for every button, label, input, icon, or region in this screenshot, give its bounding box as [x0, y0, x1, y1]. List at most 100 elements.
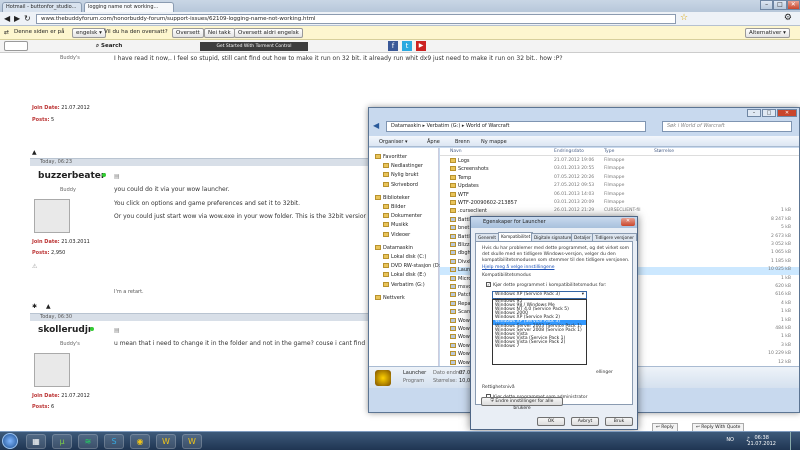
- username-link[interactable]: buzzerbeater: [38, 171, 105, 181]
- ok-button[interactable]: OK: [537, 417, 565, 426]
- facebook-icon[interactable]: f: [388, 41, 398, 51]
- search-button[interactable]: ⌕ Search: [96, 43, 122, 50]
- nav-item[interactable]: Dokumenter: [383, 213, 422, 219]
- tab-compatibility[interactable]: Kompatibilitet: [498, 232, 534, 241]
- tab-forum[interactable]: logging name not working...: [84, 2, 174, 12]
- organize-button[interactable]: Organiser ▾: [379, 139, 408, 145]
- nav-item[interactable]: Nylig brukt: [383, 172, 419, 178]
- close-icon[interactable]: ✕: [621, 218, 635, 226]
- reputation-icon[interactable]: ⚠: [32, 263, 37, 270]
- os-select[interactable]: Windows XP (Service Pack 3) ▾: [492, 291, 587, 299]
- explorer-address-bar[interactable]: Datamaskin ▸ Verbatim (G:) ▸ World of Wa…: [386, 121, 646, 132]
- nav-item[interactable]: Nettverk: [375, 294, 405, 301]
- nav-item[interactable]: Skrivebord: [383, 181, 418, 188]
- skype-taskbar-icon[interactable]: S: [104, 434, 124, 449]
- back-icon[interactable]: ◀: [4, 14, 10, 23]
- wow-taskbar-icon[interactable]: W: [156, 434, 176, 449]
- file-row[interactable]: Logs 21.07.2012 19:06 Filmappe: [440, 158, 799, 166]
- forward-icon[interactable]: ▶: [14, 14, 20, 23]
- apply-button[interactable]: Bruk: [605, 417, 633, 426]
- file-name-label: Wow: [458, 351, 470, 358]
- tab-digital-signatures[interactable]: Digitale signaturer: [531, 233, 576, 241]
- nav-item[interactable]: Lokal disk (E:): [383, 272, 426, 278]
- up-arrow-icon[interactable]: ▲: [46, 303, 51, 310]
- show-desktop-button[interactable]: [790, 432, 800, 450]
- os-option[interactable]: Windows 7: [493, 344, 586, 349]
- utorrent-taskbar-icon[interactable]: µ: [52, 434, 72, 449]
- close-icon[interactable]: ✕: [786, 0, 800, 10]
- nav-item[interactable]: Lokal disk (C:): [383, 254, 426, 260]
- nav-item[interactable]: Bilder: [383, 204, 406, 210]
- file-row[interactable]: Updates 27.05.2012 09:53 Filmappe: [440, 183, 799, 191]
- spotify-taskbar-icon[interactable]: ≋: [78, 434, 98, 449]
- new-folder-button[interactable]: Ny mappe: [481, 139, 507, 145]
- translate-options-button[interactable]: Alternativer ▾: [745, 28, 790, 38]
- tab-previous-versions[interactable]: Tidligere versjoner: [592, 233, 637, 241]
- chrome-taskbar-icon[interactable]: ◉: [130, 434, 150, 449]
- path-segment[interactable]: Datamaskin: [391, 123, 421, 129]
- no-thanks-button[interactable]: Nei takk: [204, 28, 235, 38]
- start-button[interactable]: [2, 433, 18, 449]
- compat-checkbox[interactable]: ✓: [486, 282, 491, 287]
- clock[interactable]: 06:38 21.07.2012: [747, 435, 776, 447]
- tab-details[interactable]: Detaljer: [571, 233, 594, 241]
- wow-launcher-taskbar-icon[interactable]: W: [182, 434, 202, 449]
- column-type[interactable]: Type: [604, 149, 614, 154]
- youtube-icon[interactable]: ▶: [416, 41, 426, 51]
- tab-general[interactable]: Generelt: [475, 233, 500, 241]
- join-date: 21.07.2012: [61, 105, 90, 111]
- toolbar-banner[interactable]: Get Started With Torment Control: [200, 42, 308, 51]
- column-name[interactable]: Navn: [450, 149, 462, 154]
- translate-button[interactable]: Oversett: [172, 28, 204, 38]
- help-link[interactable]: Hjelp meg å velge innstillingene: [482, 265, 554, 270]
- cancel-button[interactable]: Avbryt: [571, 417, 599, 426]
- nav-item[interactable]: Musikk: [383, 222, 408, 228]
- star-icon[interactable]: ✱: [32, 303, 37, 310]
- close-icon[interactable]: ✕: [777, 109, 797, 117]
- explorer-search-input[interactable]: Søk i World of Warcraft: [662, 121, 792, 132]
- search-box[interactable]: [4, 41, 28, 51]
- explorer-taskbar-icon[interactable]: ▦: [26, 434, 46, 449]
- tab-hotmail[interactable]: Hotmail - buttonfor_studio...: [2, 2, 82, 12]
- bookmark-star-icon[interactable]: ☆: [680, 13, 688, 23]
- file-date: 26.01.2012 21:29: [554, 208, 595, 214]
- wrench-icon[interactable]: ⚙: [784, 13, 792, 23]
- file-row[interactable]: WTF 06.01.2013 14:03 Filmappe: [440, 191, 799, 200]
- language-select[interactable]: engelsk ▾: [72, 28, 106, 38]
- maximize-icon[interactable]: □: [773, 0, 787, 10]
- reload-icon[interactable]: ↻: [24, 14, 31, 23]
- browser-nav-bar: ◀ ▶ ↻ www.thebuddyforum.com/honorbuddy-f…: [0, 12, 800, 26]
- twitter-icon[interactable]: t: [402, 41, 412, 51]
- avatar[interactable]: [34, 353, 70, 387]
- nav-item-label: Biblioteker: [383, 194, 410, 201]
- minimize-icon[interactable]: –: [760, 0, 774, 10]
- nav-item[interactable]: DVD RW-stasjon (D:): [383, 263, 442, 269]
- back-icon[interactable]: ◀: [373, 121, 379, 130]
- up-arrow-icon[interactable]: ▲: [32, 149, 37, 156]
- file-name-label: Wow: [458, 317, 470, 324]
- burn-button[interactable]: Brenn: [455, 139, 470, 145]
- minimize-icon[interactable]: –: [747, 109, 761, 117]
- never-translate-button[interactable]: Oversett aldri engelsk: [234, 28, 303, 38]
- path-segment[interactable]: World of Warcraft: [466, 123, 509, 129]
- column-date[interactable]: Endringsdato: [554, 149, 584, 154]
- language-indicator[interactable]: NO: [726, 437, 734, 443]
- compat-checkbox-row[interactable]: ✓ Kjør dette programmet i kompatibilitets…: [486, 282, 607, 288]
- nav-item[interactable]: Favoritter: [375, 154, 407, 160]
- username-link[interactable]: skollerudjr: [38, 325, 92, 335]
- nav-item[interactable]: Videoer: [383, 231, 410, 238]
- nav-item[interactable]: Verbatim (G:): [383, 281, 425, 288]
- avatar[interactable]: [34, 199, 70, 233]
- path-segment[interactable]: Verbatim (G:): [427, 123, 461, 129]
- open-button[interactable]: Åpne: [427, 139, 440, 145]
- nav-item[interactable]: Datamaskin: [375, 244, 413, 251]
- file-row[interactable]: WTF-20090602-213857 03.01.2013 20:09 Filma…: [440, 200, 799, 208]
- column-size[interactable]: Størrelse: [654, 149, 674, 154]
- maximize-icon[interactable]: □: [762, 109, 776, 117]
- nav-item[interactable]: Biblioteker: [375, 194, 410, 201]
- nav-item[interactable]: Nedlastinger: [383, 163, 423, 169]
- all-users-settings-button[interactable]: ⛨ Endre innstillinger for alle brukere: [481, 397, 563, 411]
- address-bar[interactable]: www.thebuddyforum.com/honorbuddy-forum/s…: [36, 14, 676, 24]
- file-row[interactable]: Screenshots 03.01.2013 20:55 Filmappe: [440, 166, 799, 174]
- file-row[interactable]: Temp 07.05.2012 20:26 Filmappe: [440, 174, 799, 183]
